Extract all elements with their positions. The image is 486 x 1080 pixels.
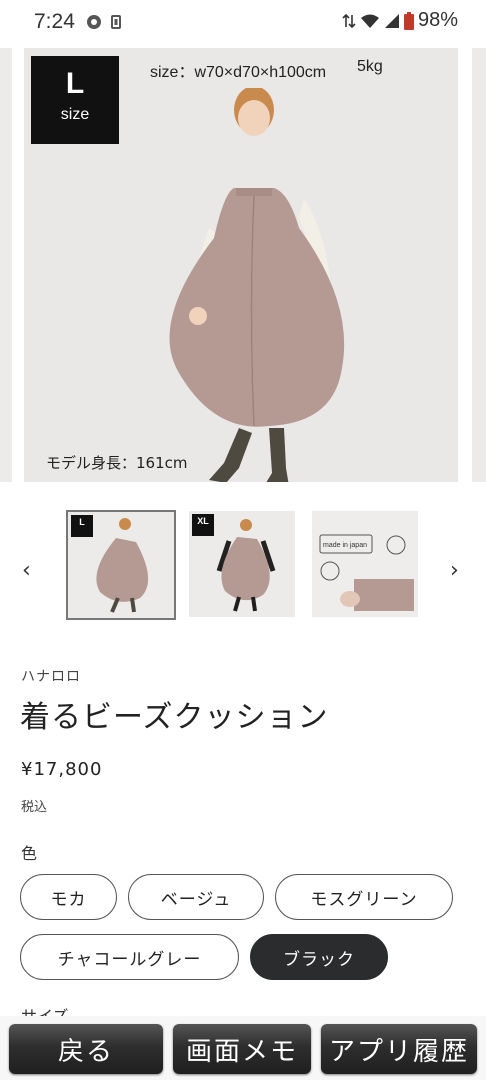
size-badge-letter: L (65, 67, 85, 100)
color-option-beige[interactable]: ベージュ (128, 874, 264, 920)
chrome-icon (87, 15, 101, 29)
size-badge-label: size (60, 106, 90, 123)
thumbnail-strip: ‹ L XL made in japan › (0, 510, 486, 620)
prev-arrow-icon[interactable]: ‹ (22, 558, 31, 583)
color-option-black[interactable]: ブラック (250, 934, 388, 980)
battery-icon (403, 11, 414, 30)
vibrate-icon (111, 15, 121, 29)
thumbnail-1[interactable]: L (66, 510, 176, 620)
data-arrows-icon (342, 13, 356, 28)
thumbnail-2[interactable]: XL (189, 511, 295, 617)
thumbnail-3[interactable]: made in japan (312, 511, 418, 617)
model-height: モデル身長：161cm (46, 454, 188, 472)
size-badge: L size (31, 56, 119, 144)
product-title: 着るビーズクッション (20, 700, 329, 735)
status-right: 98% (342, 9, 458, 32)
color-label: 色 (21, 844, 38, 863)
color-option-charcoal-gray[interactable]: チャコールグレー (20, 934, 239, 980)
model-wearing-cushion (169, 88, 345, 482)
battery-percent: 98% (417, 9, 458, 31)
color-option-mocha[interactable]: モカ (20, 874, 117, 920)
carousel-prev-peek[interactable] (0, 48, 12, 482)
size-spec: size：w70×d70×h100cm (150, 64, 327, 81)
tax-note: 税込 (21, 800, 48, 815)
thumbnail-image: made in japan (319, 534, 414, 611)
screen-memo-button[interactable]: 画面メモ (173, 1024, 311, 1074)
wifi-icon (360, 14, 379, 28)
signal-icon (384, 13, 399, 28)
thumbnail-badge: XL (192, 514, 214, 536)
color-option-moss-green[interactable]: モスグリーン (275, 874, 453, 920)
brand-name[interactable]: ハナロロ (21, 666, 81, 686)
size-label: サイズ (21, 1007, 69, 1017)
back-button[interactable]: 戻る (9, 1024, 163, 1074)
weight-spec: 5kg (357, 58, 383, 75)
bottom-nav-bar: 戻る 画面メモ アプリ履歴 (0, 1016, 486, 1080)
product-price: ¥17,800 (21, 759, 103, 780)
status-bar: 7:24 98% (0, 0, 486, 48)
app-history-button[interactable]: アプリ履歴 (321, 1024, 477, 1074)
next-arrow-icon[interactable]: › (450, 558, 459, 583)
thumbnail-badge: L (71, 515, 93, 537)
carousel-next-peek[interactable] (472, 48, 486, 482)
product-main-image[interactable]: L size size：w70×d70×h100cm 5kg モデル身長：161… (24, 48, 458, 482)
thumbnail-made-in-japan: made in japan (323, 542, 367, 549)
status-time: 7:24 (34, 10, 75, 33)
